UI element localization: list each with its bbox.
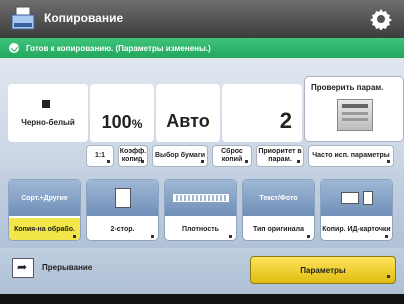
status-bar: Готов к копированию. (Параметры изменены… — [0, 38, 404, 58]
two-sided-icon — [114, 188, 131, 208]
original-type-label: Тип оригинала — [243, 218, 314, 240]
interrupt-label[interactable]: Прерывание — [42, 263, 92, 272]
footer-bar — [0, 294, 404, 304]
density-label: Плотность — [165, 218, 236, 240]
function-buttons-area: Сорт.+Другие Копия-на обрабо. 2-стор. Пл… — [0, 170, 404, 248]
original-type-top: Текст/Фото — [243, 180, 314, 216]
copy-screen: Копирование Готов к копированию. (Параме… — [0, 0, 404, 304]
interrupt-icon[interactable] — [12, 258, 34, 278]
status-check-icon — [9, 43, 19, 53]
id-card-icon — [329, 191, 385, 205]
copy-ratio-unit: % — [131, 117, 143, 131]
two-sided-icon-area — [87, 180, 158, 216]
color-mode-label: Черно-белый — [21, 118, 75, 127]
status-message: Готов к копированию. (Параметры изменены… — [26, 43, 211, 53]
paper-cell[interactable]: Авто — [156, 84, 220, 142]
copies-cell[interactable]: 2 — [222, 84, 302, 142]
sub-settings-row: 1:1 Коэфф. копир. Выбор бумаги Сброс коп… — [86, 145, 400, 169]
color-mode-cell[interactable]: Черно-белый — [8, 84, 88, 142]
density-icon-area — [165, 180, 236, 216]
priority-settings-button[interactable]: Приоритет в парам. — [256, 145, 304, 167]
paper-select-button[interactable]: Выбор бумаги — [152, 145, 208, 167]
finishing-sub-label: Копия-на обрабо. — [9, 218, 80, 240]
window-title: Копирование — [44, 11, 124, 25]
copy-ratio-value: 100 — [101, 112, 132, 132]
copies-count: 2 — [279, 108, 292, 133]
settings-row: Черно-белый 100% Авто 2 Проверить парам. — [8, 76, 404, 142]
finishing-button[interactable]: Сорт.+Другие Копия-на обрабо. — [8, 179, 81, 241]
reset-copies-button[interactable]: Сброс копий — [212, 145, 252, 167]
main-settings-area: Черно-белый 100% Авто 2 Проверить парам.… — [0, 58, 404, 170]
bottom-bar: Прерывание Параметры — [0, 248, 404, 294]
original-type-button[interactable]: Текст/Фото Тип оригинала — [242, 179, 315, 241]
check-settings-button[interactable]: Проверить парам. — [304, 76, 404, 142]
color-mode-icon — [42, 100, 50, 108]
id-card-copy-button[interactable]: Копир. ИД-карточки — [320, 179, 393, 241]
copy-app-icon — [11, 6, 35, 30]
density-button[interactable]: Плотность — [164, 179, 237, 241]
copy-ratio: 100% — [90, 112, 154, 133]
ratio-1-1-button[interactable]: 1:1 — [86, 145, 114, 167]
favorite-settings-button[interactable]: Часто исп. параметры — [308, 145, 394, 167]
paper-size: Авто — [166, 111, 210, 131]
title-bar: Копирование — [0, 0, 404, 38]
preview-icon — [337, 99, 373, 131]
finishing-label: Сорт.+Другие — [9, 180, 80, 216]
two-sided-button[interactable]: 2-стор. — [86, 179, 159, 241]
two-sided-label: 2-стор. — [87, 218, 158, 240]
parameters-button[interactable]: Параметры — [250, 256, 396, 284]
copy-ratio-cell[interactable]: 100% — [90, 84, 154, 142]
density-icon — [172, 194, 229, 202]
gear-icon[interactable] — [370, 8, 392, 30]
id-card-label: Копир. ИД-карточки — [321, 218, 392, 240]
check-settings-label: Проверить парам. — [311, 83, 384, 92]
copy-ratio-button[interactable]: Коэфф. копир. — [118, 145, 148, 167]
id-card-icon-area — [321, 180, 392, 216]
